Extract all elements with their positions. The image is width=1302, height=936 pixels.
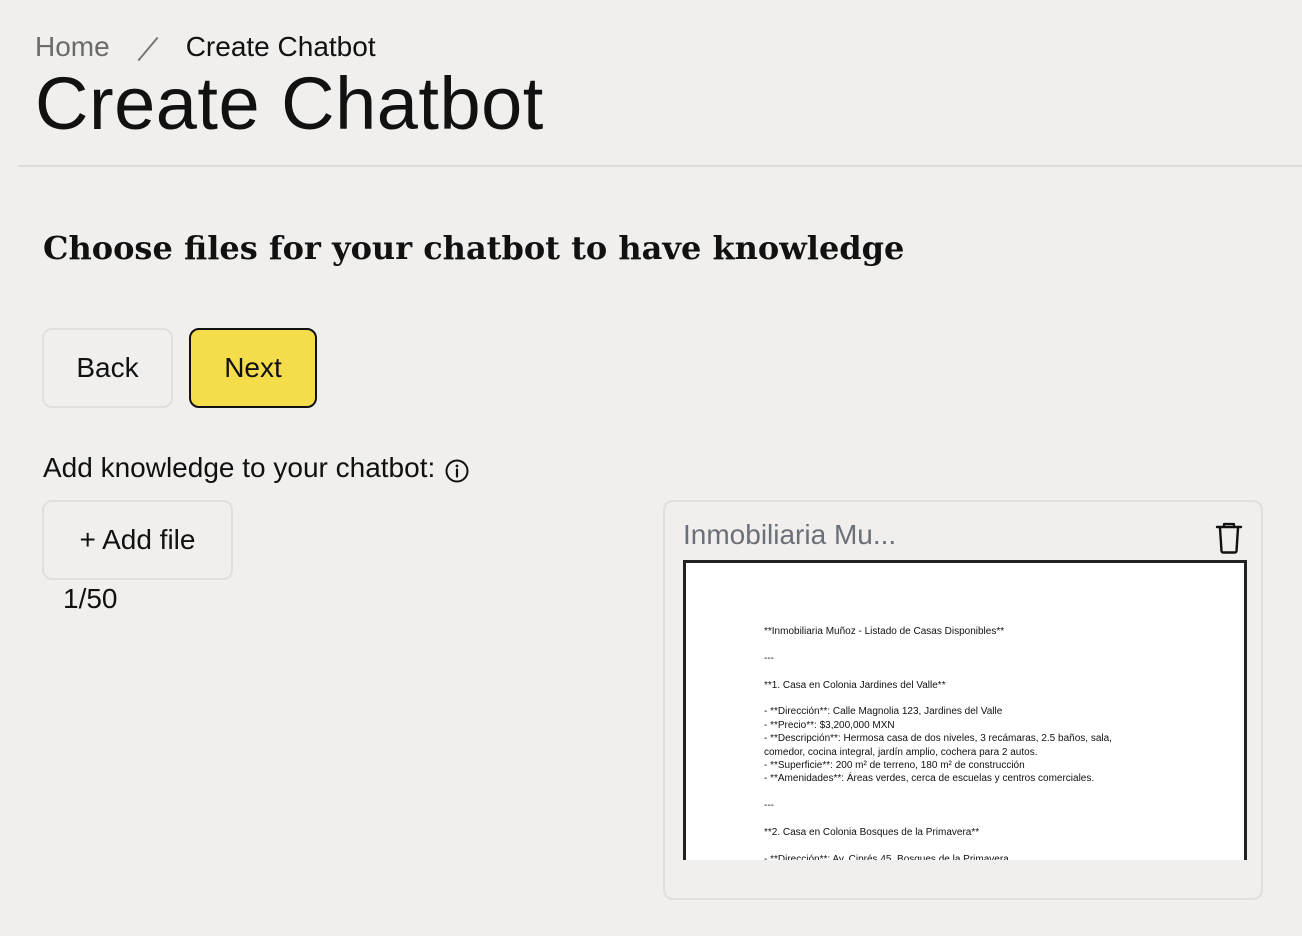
preview-line: - **Amenidades**: Áreas verdes, cerca de… [764, 773, 1095, 785]
page-title: Create Chatbot [35, 62, 544, 145]
add-file-button[interactable]: + Add file [42, 500, 233, 580]
preview-line [764, 786, 1184, 799]
header-divider [18, 165, 1302, 167]
file-count: 1/50 [63, 583, 118, 614]
preview-line: **Inmobiliaria Muñoz - Listado de Casas … [764, 626, 1005, 637]
add-knowledge-label: Add knowledge to your chatbot: [43, 450, 469, 486]
breadcrumb-home-link[interactable]: Home [35, 30, 110, 64]
preview-line: - **Descripción**: Hermosa casa de dos n… [764, 733, 1112, 745]
preview-line: - **Dirección**: Av. Ciprés 45, Bosques … [764, 853, 1009, 860]
preview-line [764, 813, 1184, 826]
breadcrumb-separator [138, 32, 158, 62]
preview-line [764, 665, 1184, 678]
preview-line: **1. Casa en Colonia Jardines del Valle*… [764, 679, 946, 691]
file-card: Inmobiliaria Mu... **Inmobiliaria Muñoz … [663, 500, 1263, 900]
file-name: Inmobiliaria Mu... [683, 519, 897, 550]
preview-line: - **Superficie**: 200 m² de terreno, 180… [764, 760, 1025, 772]
trash-icon[interactable] [1215, 522, 1243, 554]
preview-line: - **Precio**: $3,200,000 MXN [764, 719, 895, 731]
preview-line: **2. Casa en Colonia Bosques de la Prima… [764, 827, 980, 839]
info-icon[interactable] [445, 456, 469, 483]
breadcrumb-current: Create Chatbot [185, 31, 376, 62]
preview-line: comedor, cocina integral, jardín amplio,… [764, 746, 1038, 758]
preview-line: --- [764, 800, 774, 812]
section-heading: Choose files for your chatbot to have kn… [43, 229, 905, 267]
preview-line [764, 839, 1184, 852]
add-knowledge-label-text: Add knowledge to your chatbot: [43, 452, 436, 483]
breadcrumb: Home Create Chatbot [35, 30, 376, 64]
file-preview-text: **Inmobiliaria Muñoz - Listado de Casas … [764, 625, 1184, 860]
create-chatbot-page: Home Create Chatbot Create Chatbot Choos… [0, 0, 1302, 936]
next-button[interactable]: Next [189, 328, 317, 408]
preview-line: - **Dirección**: Calle Magnolia 123, Jar… [764, 706, 1003, 718]
preview-line: --- [764, 652, 774, 664]
file-preview[interactable]: **Inmobiliaria Muñoz - Listado de Casas … [683, 560, 1247, 860]
preview-line [764, 692, 1184, 705]
back-button[interactable]: Back [42, 328, 173, 408]
preview-line [764, 638, 1184, 651]
